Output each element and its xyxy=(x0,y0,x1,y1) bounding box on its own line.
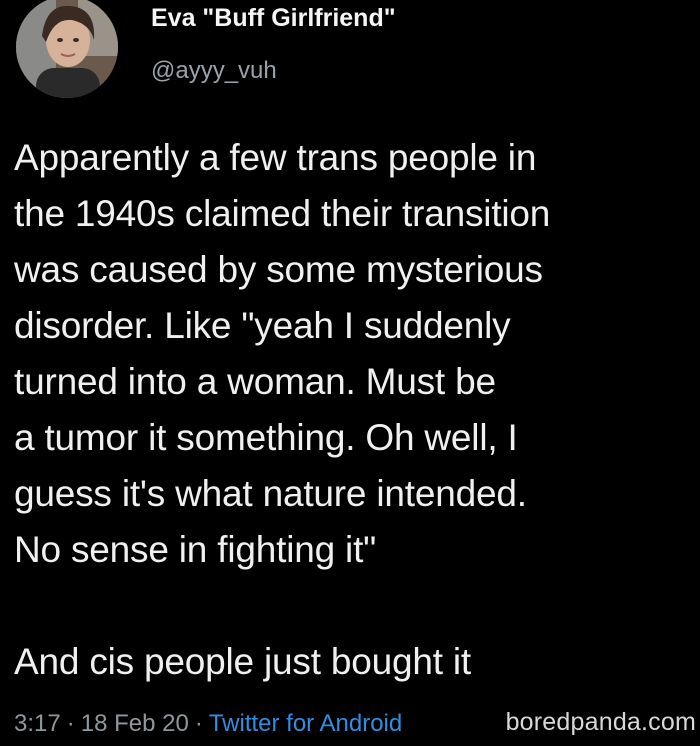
tweet-body-line: guess it's what nature intended. xyxy=(14,473,527,514)
tweet-body-followup: And cis people just bought it xyxy=(14,641,472,682)
meta-separator: · xyxy=(194,710,203,737)
meta-separator: · xyxy=(66,710,75,737)
avatar[interactable] xyxy=(16,0,118,98)
tweet-body: Apparently a few trans people in the 194… xyxy=(14,130,694,690)
tweet-time[interactable]: 3:17 xyxy=(14,710,61,737)
tweet-date[interactable]: 18 Feb 20 xyxy=(81,710,189,737)
watermark: boredpanda.com xyxy=(505,708,696,736)
tweet-body-line: a tumor it something. Oh well, I xyxy=(14,417,518,458)
user-handle[interactable]: @ayyy_vuh xyxy=(151,57,277,85)
tweet-body-line: was caused by some mysterious xyxy=(14,249,543,290)
tweet-body-line: turned into a woman. Must be xyxy=(14,361,496,402)
tweet-meta: 3:17 · 18 Feb 20 · Twitter for Android xyxy=(14,710,402,738)
display-name[interactable]: Eva "Buff Girlfriend" xyxy=(151,4,396,33)
tweet-card: Eva "Buff Girlfriend" @ayyy_vuh Apparent… xyxy=(0,0,700,746)
profile-photo-icon xyxy=(16,0,118,98)
tweet-header: Eva "Buff Girlfriend" @ayyy_vuh xyxy=(8,0,688,110)
tweet-body-line: disorder. Like "yeah I suddenly xyxy=(14,305,511,346)
tweet-body-line: No sense in fighting it" xyxy=(14,529,377,570)
tweet-source-link[interactable]: Twitter for Android xyxy=(209,710,402,737)
tweet-body-line: the 1940s claimed their transition xyxy=(14,193,551,234)
tweet-body-line: Apparently a few trans people in xyxy=(14,137,537,178)
